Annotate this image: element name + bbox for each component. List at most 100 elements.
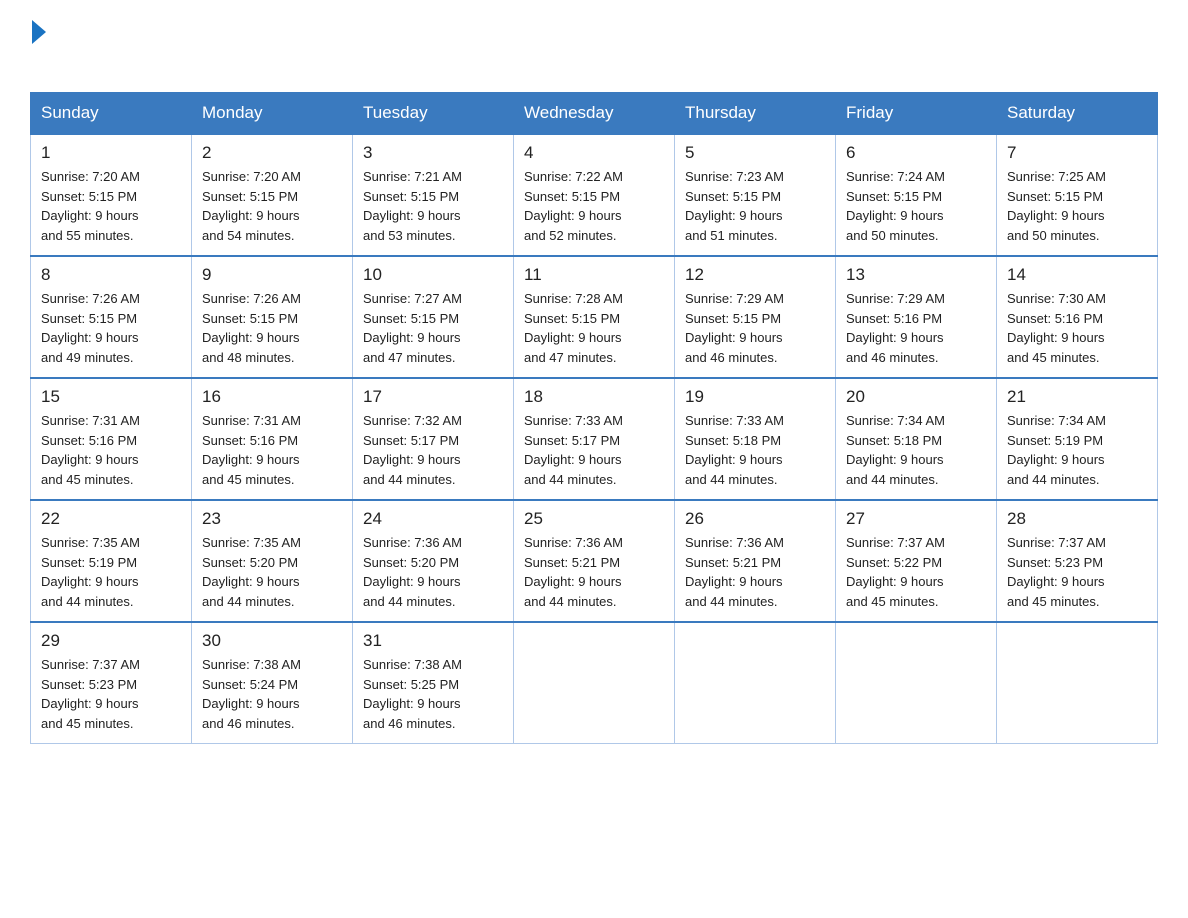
day-number: 10: [363, 265, 505, 285]
day-info: Sunrise: 7:38 AM Sunset: 5:24 PM Dayligh…: [202, 655, 344, 733]
calendar-cell: 7 Sunrise: 7:25 AM Sunset: 5:15 PM Dayli…: [997, 134, 1158, 256]
col-header-friday: Friday: [836, 93, 997, 135]
calendar-cell: 13 Sunrise: 7:29 AM Sunset: 5:16 PM Dayl…: [836, 256, 997, 378]
day-number: 13: [846, 265, 988, 285]
calendar-cell: [514, 622, 675, 744]
day-info: Sunrise: 7:37 AM Sunset: 5:23 PM Dayligh…: [1007, 533, 1149, 611]
calendar-cell: 26 Sunrise: 7:36 AM Sunset: 5:21 PM Dayl…: [675, 500, 836, 622]
calendar-cell: [675, 622, 836, 744]
calendar-cell: 4 Sunrise: 7:22 AM Sunset: 5:15 PM Dayli…: [514, 134, 675, 256]
day-info: Sunrise: 7:36 AM Sunset: 5:21 PM Dayligh…: [524, 533, 666, 611]
day-info: Sunrise: 7:26 AM Sunset: 5:15 PM Dayligh…: [41, 289, 183, 367]
calendar-cell: 9 Sunrise: 7:26 AM Sunset: 5:15 PM Dayli…: [192, 256, 353, 378]
day-info: Sunrise: 7:25 AM Sunset: 5:15 PM Dayligh…: [1007, 167, 1149, 245]
day-info: Sunrise: 7:27 AM Sunset: 5:15 PM Dayligh…: [363, 289, 505, 367]
calendar-cell: 1 Sunrise: 7:20 AM Sunset: 5:15 PM Dayli…: [31, 134, 192, 256]
day-info: Sunrise: 7:31 AM Sunset: 5:16 PM Dayligh…: [202, 411, 344, 489]
day-info: Sunrise: 7:26 AM Sunset: 5:15 PM Dayligh…: [202, 289, 344, 367]
col-header-monday: Monday: [192, 93, 353, 135]
day-number: 3: [363, 143, 505, 163]
day-info: Sunrise: 7:37 AM Sunset: 5:22 PM Dayligh…: [846, 533, 988, 611]
day-number: 25: [524, 509, 666, 529]
logo-arrow-icon: [32, 20, 46, 44]
day-number: 4: [524, 143, 666, 163]
day-info: Sunrise: 7:20 AM Sunset: 5:15 PM Dayligh…: [41, 167, 183, 245]
day-number: 8: [41, 265, 183, 285]
logo: [30, 20, 46, 74]
calendar-table: SundayMondayTuesdayWednesdayThursdayFrid…: [30, 92, 1158, 744]
calendar-cell: 20 Sunrise: 7:34 AM Sunset: 5:18 PM Dayl…: [836, 378, 997, 500]
day-info: Sunrise: 7:37 AM Sunset: 5:23 PM Dayligh…: [41, 655, 183, 733]
calendar-cell: 14 Sunrise: 7:30 AM Sunset: 5:16 PM Dayl…: [997, 256, 1158, 378]
calendar-cell: 27 Sunrise: 7:37 AM Sunset: 5:22 PM Dayl…: [836, 500, 997, 622]
day-info: Sunrise: 7:33 AM Sunset: 5:17 PM Dayligh…: [524, 411, 666, 489]
calendar-cell: 11 Sunrise: 7:28 AM Sunset: 5:15 PM Dayl…: [514, 256, 675, 378]
day-info: Sunrise: 7:24 AM Sunset: 5:15 PM Dayligh…: [846, 167, 988, 245]
page-header: [30, 20, 1158, 74]
calendar-cell: 16 Sunrise: 7:31 AM Sunset: 5:16 PM Dayl…: [192, 378, 353, 500]
day-number: 2: [202, 143, 344, 163]
day-number: 29: [41, 631, 183, 651]
calendar-cell: 15 Sunrise: 7:31 AM Sunset: 5:16 PM Dayl…: [31, 378, 192, 500]
day-number: 20: [846, 387, 988, 407]
calendar-cell: 30 Sunrise: 7:38 AM Sunset: 5:24 PM Dayl…: [192, 622, 353, 744]
calendar-cell: 2 Sunrise: 7:20 AM Sunset: 5:15 PM Dayli…: [192, 134, 353, 256]
day-number: 27: [846, 509, 988, 529]
calendar-cell: [836, 622, 997, 744]
day-number: 15: [41, 387, 183, 407]
calendar-cell: 3 Sunrise: 7:21 AM Sunset: 5:15 PM Dayli…: [353, 134, 514, 256]
calendar-cell: [997, 622, 1158, 744]
col-header-sunday: Sunday: [31, 93, 192, 135]
day-number: 23: [202, 509, 344, 529]
day-number: 18: [524, 387, 666, 407]
day-info: Sunrise: 7:33 AM Sunset: 5:18 PM Dayligh…: [685, 411, 827, 489]
day-info: Sunrise: 7:30 AM Sunset: 5:16 PM Dayligh…: [1007, 289, 1149, 367]
calendar-cell: 25 Sunrise: 7:36 AM Sunset: 5:21 PM Dayl…: [514, 500, 675, 622]
calendar-cell: 17 Sunrise: 7:32 AM Sunset: 5:17 PM Dayl…: [353, 378, 514, 500]
calendar-header-row: SundayMondayTuesdayWednesdayThursdayFrid…: [31, 93, 1158, 135]
calendar-cell: 31 Sunrise: 7:38 AM Sunset: 5:25 PM Dayl…: [353, 622, 514, 744]
day-number: 6: [846, 143, 988, 163]
calendar-cell: 8 Sunrise: 7:26 AM Sunset: 5:15 PM Dayli…: [31, 256, 192, 378]
day-info: Sunrise: 7:35 AM Sunset: 5:20 PM Dayligh…: [202, 533, 344, 611]
day-info: Sunrise: 7:21 AM Sunset: 5:15 PM Dayligh…: [363, 167, 505, 245]
day-number: 12: [685, 265, 827, 285]
day-info: Sunrise: 7:36 AM Sunset: 5:20 PM Dayligh…: [363, 533, 505, 611]
day-number: 24: [363, 509, 505, 529]
day-info: Sunrise: 7:28 AM Sunset: 5:15 PM Dayligh…: [524, 289, 666, 367]
calendar-cell: 24 Sunrise: 7:36 AM Sunset: 5:20 PM Dayl…: [353, 500, 514, 622]
day-number: 26: [685, 509, 827, 529]
day-info: Sunrise: 7:38 AM Sunset: 5:25 PM Dayligh…: [363, 655, 505, 733]
calendar-cell: 29 Sunrise: 7:37 AM Sunset: 5:23 PM Dayl…: [31, 622, 192, 744]
day-number: 16: [202, 387, 344, 407]
calendar-cell: 12 Sunrise: 7:29 AM Sunset: 5:15 PM Dayl…: [675, 256, 836, 378]
col-header-wednesday: Wednesday: [514, 93, 675, 135]
calendar-week-row: 22 Sunrise: 7:35 AM Sunset: 5:19 PM Dayl…: [31, 500, 1158, 622]
day-info: Sunrise: 7:29 AM Sunset: 5:16 PM Dayligh…: [846, 289, 988, 367]
calendar-cell: 6 Sunrise: 7:24 AM Sunset: 5:15 PM Dayli…: [836, 134, 997, 256]
calendar-cell: 22 Sunrise: 7:35 AM Sunset: 5:19 PM Dayl…: [31, 500, 192, 622]
calendar-cell: 19 Sunrise: 7:33 AM Sunset: 5:18 PM Dayl…: [675, 378, 836, 500]
col-header-saturday: Saturday: [997, 93, 1158, 135]
day-info: Sunrise: 7:35 AM Sunset: 5:19 PM Dayligh…: [41, 533, 183, 611]
day-info: Sunrise: 7:31 AM Sunset: 5:16 PM Dayligh…: [41, 411, 183, 489]
calendar-week-row: 15 Sunrise: 7:31 AM Sunset: 5:16 PM Dayl…: [31, 378, 1158, 500]
day-number: 14: [1007, 265, 1149, 285]
day-info: Sunrise: 7:34 AM Sunset: 5:18 PM Dayligh…: [846, 411, 988, 489]
day-info: Sunrise: 7:20 AM Sunset: 5:15 PM Dayligh…: [202, 167, 344, 245]
calendar-week-row: 29 Sunrise: 7:37 AM Sunset: 5:23 PM Dayl…: [31, 622, 1158, 744]
day-number: 17: [363, 387, 505, 407]
day-number: 21: [1007, 387, 1149, 407]
day-info: Sunrise: 7:34 AM Sunset: 5:19 PM Dayligh…: [1007, 411, 1149, 489]
calendar-cell: 23 Sunrise: 7:35 AM Sunset: 5:20 PM Dayl…: [192, 500, 353, 622]
day-number: 28: [1007, 509, 1149, 529]
calendar-week-row: 8 Sunrise: 7:26 AM Sunset: 5:15 PM Dayli…: [31, 256, 1158, 378]
calendar-cell: 5 Sunrise: 7:23 AM Sunset: 5:15 PM Dayli…: [675, 134, 836, 256]
day-info: Sunrise: 7:32 AM Sunset: 5:17 PM Dayligh…: [363, 411, 505, 489]
col-header-tuesday: Tuesday: [353, 93, 514, 135]
day-info: Sunrise: 7:29 AM Sunset: 5:15 PM Dayligh…: [685, 289, 827, 367]
day-number: 22: [41, 509, 183, 529]
day-number: 7: [1007, 143, 1149, 163]
calendar-cell: 18 Sunrise: 7:33 AM Sunset: 5:17 PM Dayl…: [514, 378, 675, 500]
day-number: 9: [202, 265, 344, 285]
